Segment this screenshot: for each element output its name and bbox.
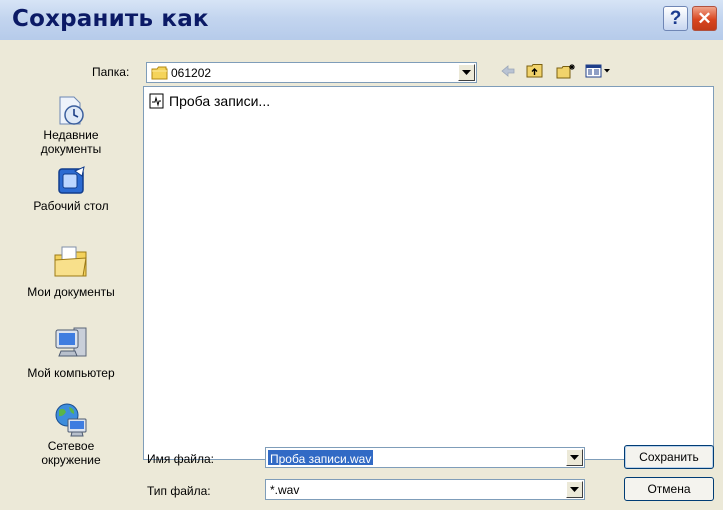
back-button[interactable] (500, 63, 516, 83)
filename-input[interactable]: Проба записи.wav (268, 450, 374, 466)
my-computer-icon (55, 327, 87, 357)
places-bar: Недавние документы Рабочий стол Мои доку… (0, 83, 142, 483)
file-name: Проба записи... (169, 93, 271, 109)
view-menu-icon (585, 64, 610, 78)
close-button[interactable]: ✕ (692, 6, 717, 31)
recent-documents-icon (59, 96, 84, 125)
place-network[interactable]: Сетевое окружение (0, 401, 142, 467)
cancel-button[interactable]: Отмена (624, 477, 714, 501)
folder-value: 061202 (171, 66, 212, 80)
sound-file-icon (149, 93, 164, 109)
help-button[interactable]: ? (663, 6, 688, 31)
filename-label: Имя файла: (147, 452, 214, 466)
chevron-down-icon (462, 70, 471, 75)
back-arrow-icon (501, 65, 515, 77)
place-my-computer[interactable]: Мой компьютер (0, 324, 142, 380)
folder-icon (151, 66, 168, 85)
new-folder-button[interactable] (556, 63, 576, 83)
folder-label: Папка: (92, 65, 130, 79)
desktop-icon (58, 166, 85, 194)
place-recent-documents[interactable]: Недавние документы (0, 94, 142, 156)
my-documents-icon (54, 246, 87, 277)
close-icon: ✕ (697, 9, 712, 28)
filetype-dropdown-button[interactable] (566, 481, 583, 498)
filetype-label: Тип файла: (147, 484, 211, 498)
up-folder-icon (526, 64, 543, 78)
save-as-dialog: Сохранить как ? ✕ Папка: 061202 Недавние… (0, 0, 723, 510)
place-desktop[interactable]: Рабочий стол (0, 165, 142, 213)
network-places-icon (55, 403, 87, 437)
filename-dropdown-button[interactable] (566, 449, 583, 466)
chevron-down-icon (570, 487, 579, 492)
folder-combo[interactable]: 061202 (146, 62, 477, 83)
save-button[interactable]: Сохранить (624, 445, 714, 469)
place-my-documents[interactable]: Мои документы (0, 243, 142, 299)
filetype-combo[interactable]: *.wav (265, 479, 585, 500)
chevron-down-icon (570, 455, 579, 460)
help-icon: ? (669, 8, 682, 29)
title-bar[interactable]: Сохранить как ? ✕ (0, 0, 723, 40)
window-title: Сохранить как (12, 6, 209, 32)
view-menu-button[interactable] (585, 63, 613, 83)
filename-combo[interactable]: Проба записи.wav (265, 447, 585, 468)
file-list[interactable]: Проба записи... (143, 86, 714, 460)
filetype-value: *.wav (270, 483, 300, 497)
folder-dropdown-button[interactable] (458, 64, 475, 81)
filename-value: Проба записи.wav (270, 452, 372, 466)
up-folder-button[interactable] (526, 63, 544, 83)
new-folder-icon (556, 64, 575, 79)
